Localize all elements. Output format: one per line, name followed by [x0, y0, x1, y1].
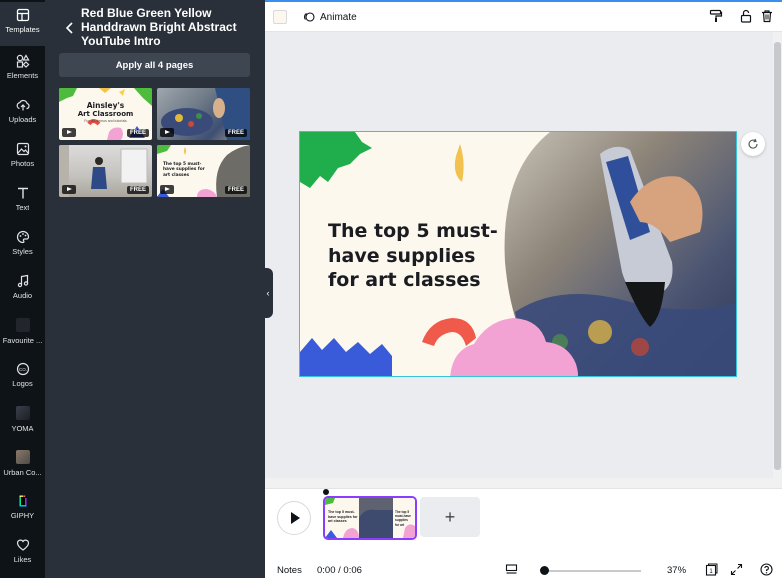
video-play-icon	[160, 128, 174, 137]
timeline-view-icon[interactable]	[505, 563, 518, 576]
rail-item-likes[interactable]: Likes	[0, 532, 45, 576]
animate-icon	[304, 12, 315, 22]
free-badge: FREE	[224, 129, 247, 137]
left-rail: Templates Elements Uploads Photos Text S…	[0, 0, 45, 578]
template-subtitle: Art Classroom	[77, 110, 134, 118]
logos-icon: CO.	[16, 362, 29, 376]
yoma-thumb	[15, 406, 30, 420]
play-button[interactable]	[277, 501, 311, 535]
back-arrow-icon[interactable]	[63, 20, 77, 36]
rail-item-urban[interactable]: Urban Co...	[0, 444, 45, 488]
video-play-icon	[160, 185, 174, 194]
template-caption: Fun art demos and tutorials	[84, 119, 127, 123]
slide-headline[interactable]: The top 5 must-have supplies for art cla…	[328, 219, 498, 293]
page-count: 1	[709, 569, 713, 575]
video-play-icon	[62, 185, 76, 194]
animate-button[interactable]: Animate	[303, 8, 357, 26]
text-icon	[17, 187, 28, 199]
template-thumbnail[interactable]: FREE	[157, 88, 250, 140]
rail-label: Text	[15, 203, 30, 212]
footer-bar: Notes 0:00 / 0:06 37% 1	[265, 559, 782, 578]
photos-icon	[16, 142, 29, 156]
add-page-button[interactable]: +	[420, 497, 480, 537]
template-thumbnail[interactable]: The top 5 must-have supplies for art cla…	[157, 145, 250, 197]
urban-thumb	[15, 450, 30, 464]
rail-item-styles[interactable]: Styles	[0, 224, 45, 268]
scene-text: The top 5 must-have supplies for art cla…	[395, 510, 411, 526]
rail-item-audio[interactable]: Audio	[0, 268, 45, 312]
design-page-canvas[interactable]: The top 5 must-have supplies for art cla…	[299, 131, 737, 377]
playhead-marker[interactable]	[323, 489, 329, 495]
heart-icon	[16, 539, 29, 551]
timeline-scene[interactable]: The top 5 must-have supplies for art cla…	[323, 496, 417, 540]
notes-button[interactable]: Notes	[277, 565, 302, 576]
zoom-slider-knob[interactable]	[540, 566, 549, 575]
templates-panel: Red Blue Green Yellow Handdrawn Bright A…	[45, 0, 265, 578]
page-count-icon[interactable]: 1	[705, 563, 718, 576]
rail-label: Templates	[5, 25, 40, 34]
rail-label: Uploads	[8, 115, 37, 124]
free-badge: FREE	[126, 186, 149, 194]
refresh-design-button[interactable]	[741, 132, 765, 156]
rail-item-giphy[interactable]: GIPHY	[0, 488, 45, 532]
help-icon[interactable]	[760, 563, 773, 576]
timeline-bar: The top 5 must-have supplies for art cla…	[265, 488, 782, 578]
scene-text: The top 5 must-have supplies for art cla…	[328, 510, 358, 524]
rail-label: Audio	[12, 291, 33, 300]
svg-text:CO.: CO.	[18, 367, 26, 372]
rail-label: Styles	[12, 247, 33, 256]
paint-roller-icon[interactable]	[709, 9, 723, 23]
free-badge: FREE	[224, 186, 247, 194]
rail-label: Urban Co...	[3, 468, 42, 477]
collapse-panel-handle[interactable]: ‹	[263, 268, 273, 318]
giphy-icon	[19, 495, 26, 507]
apply-all-pages-button[interactable]: Apply all 4 pages	[59, 53, 250, 77]
template-thumbnail[interactable]: FREE	[59, 145, 152, 197]
rail-item-text[interactable]: Text	[0, 180, 45, 224]
animate-label: Animate	[320, 11, 357, 23]
panel-title: Red Blue Green Yellow Handdrawn Bright A…	[81, 6, 237, 48]
rail-label: Elements	[6, 71, 39, 80]
template-title: The top 5 must-have supplies for art cla…	[163, 162, 205, 178]
favourite-thumb	[15, 318, 30, 332]
rail-item-favourites[interactable]: Favourite ...	[0, 312, 45, 356]
horizontal-scrollbar[interactable]	[265, 478, 773, 488]
trash-icon[interactable]	[760, 9, 774, 23]
zoom-slider-track[interactable]	[541, 570, 641, 572]
playback-time: 0:00 / 0:06	[317, 565, 362, 576]
music-note-icon	[17, 274, 28, 288]
video-play-icon	[62, 128, 76, 137]
rail-label: Photos	[10, 159, 35, 168]
rail-item-elements[interactable]: Elements	[0, 48, 45, 92]
rail-item-templates[interactable]: Templates	[0, 2, 45, 46]
rail-item-yoma[interactable]: YOMA	[0, 400, 45, 444]
background-color-swatch[interactable]	[273, 10, 287, 24]
rail-label: YOMA	[11, 424, 34, 433]
elements-icon	[16, 54, 30, 68]
chevron-left-icon: ‹	[266, 288, 270, 298]
rail-label: Logos	[12, 379, 33, 388]
refresh-icon	[748, 138, 758, 149]
rail-label: Favourite ...	[2, 336, 43, 345]
editor-toolbar: Animate	[265, 0, 782, 32]
unlock-icon[interactable]	[739, 9, 753, 23]
zoom-level[interactable]: 37%	[667, 565, 686, 576]
rail-item-uploads[interactable]: Uploads	[0, 92, 45, 136]
scrollbar-thumb[interactable]	[774, 42, 781, 470]
template-title: Ainsley's	[86, 101, 125, 110]
palette-icon	[16, 230, 29, 244]
fullscreen-icon[interactable]	[730, 563, 743, 576]
template-thumbnail[interactable]: Ainsley's Art Classroom Fun art demos an…	[59, 88, 152, 140]
free-badge: FREE	[126, 129, 149, 137]
rail-item-photos[interactable]: Photos	[0, 136, 45, 180]
templates-icon	[16, 8, 29, 22]
rail-label: Likes	[13, 555, 32, 564]
rail-item-logos[interactable]: CO. Logos	[0, 356, 45, 400]
rail-label: GIPHY	[10, 511, 35, 520]
vertical-scrollbar[interactable]	[773, 32, 782, 488]
upload-icon	[16, 99, 30, 111]
